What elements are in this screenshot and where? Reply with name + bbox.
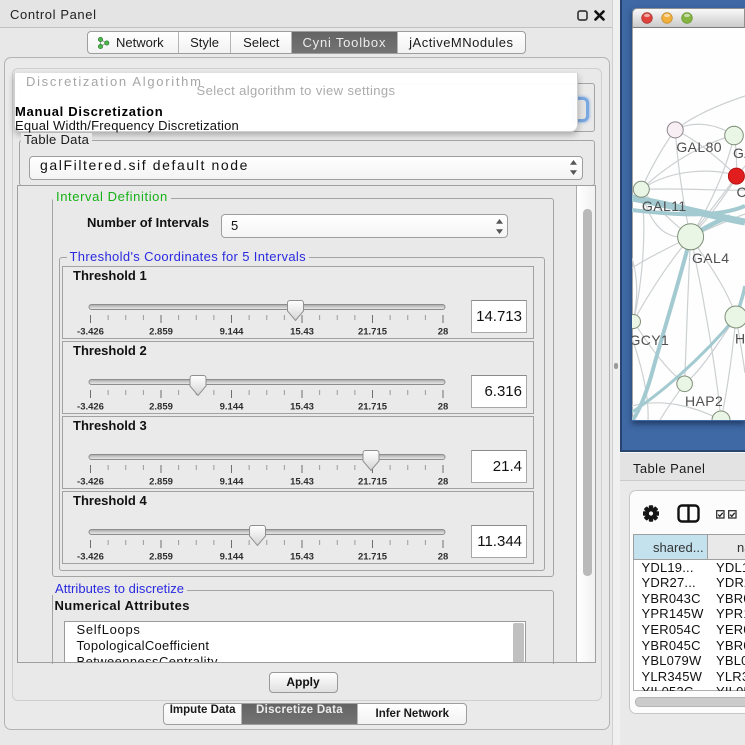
svg-text:2.859: 2.859 [149,552,173,563]
svg-text:GAL4: GAL4 [692,250,729,266]
svg-text:15.43: 15.43 [290,552,314,563]
svg-text:28: 28 [438,552,449,563]
svg-text:21.715: 21.715 [358,552,388,563]
svg-text:28: 28 [438,327,449,338]
svg-text:15.43: 15.43 [290,402,314,413]
svg-text:GCY1: GCY1 [632,332,669,348]
svg-text:-3.426: -3.426 [77,552,104,563]
svg-text:HAP2: HAP2 [685,393,723,409]
svg-text:2.859: 2.859 [149,327,173,338]
svg-text:21.715: 21.715 [358,402,388,413]
svg-text:21.715: 21.715 [358,477,388,488]
svg-text:-3.426: -3.426 [77,402,104,413]
svg-text:9.144: 9.144 [220,402,244,413]
svg-text:9.144: 9.144 [220,327,244,338]
svg-text:2.859: 2.859 [149,402,173,413]
svg-text:15.43: 15.43 [290,477,314,488]
svg-text:28: 28 [438,402,449,413]
svg-text:2.859: 2.859 [149,477,173,488]
svg-text:GAL11: GAL11 [642,198,687,214]
svg-text:GAL80: GAL80 [676,139,722,155]
svg-text:28: 28 [438,477,449,488]
svg-text:CY: CY [737,184,745,200]
svg-text:-3.426: -3.426 [77,477,104,488]
svg-text:-3.426: -3.426 [77,327,104,338]
svg-text:9.144: 9.144 [220,552,244,563]
svg-text:15.43: 15.43 [290,327,314,338]
svg-text:21.715: 21.715 [358,327,388,338]
svg-text:GAL: GAL [733,145,745,161]
svg-text:HI: HI [735,331,745,347]
svg-text:9.144: 9.144 [220,477,244,488]
